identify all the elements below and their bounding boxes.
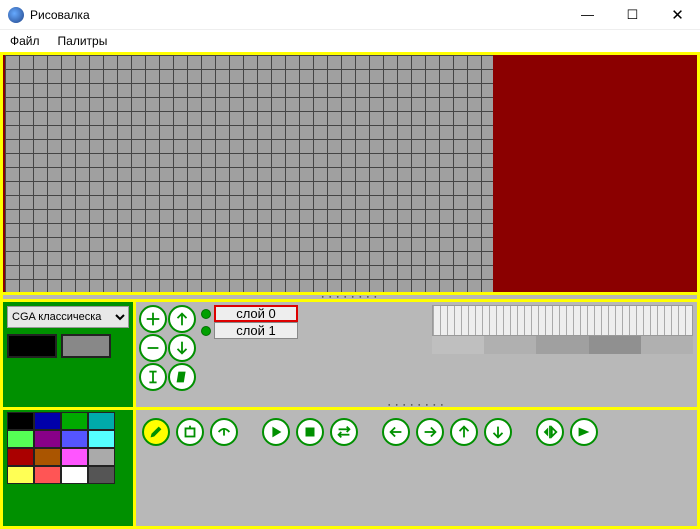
flip-vertical-button[interactable] <box>570 418 598 446</box>
maximize-button[interactable]: ☐ <box>610 0 655 30</box>
layer-visibility-dot[interactable] <box>201 326 211 336</box>
move-layer-down-button[interactable] <box>168 334 196 362</box>
window-controls: — ☐ ✕ <box>565 0 700 30</box>
layer-buttons <box>136 302 199 407</box>
frame-segment <box>432 336 484 354</box>
bucket-tool-button[interactable] <box>176 418 204 446</box>
color-swatch[interactable] <box>7 412 34 430</box>
layer-list: слой 0слой 1 <box>199 302 298 407</box>
titlebar: Рисовалка — ☐ ✕ <box>0 0 700 30</box>
color-swatches-lower <box>7 412 115 484</box>
layer-tool-a-button[interactable] <box>139 363 167 391</box>
stop-button[interactable] <box>296 418 324 446</box>
palette-panel-lower <box>3 410 133 526</box>
arrow-up-button[interactable] <box>450 418 478 446</box>
palette-selector[interactable]: CGA классическа <box>7 306 129 328</box>
canvas-zone <box>3 55 697 292</box>
color-swatch[interactable] <box>7 430 34 448</box>
secondary-color[interactable] <box>61 334 111 358</box>
bottom-row <box>3 410 697 526</box>
palette-panel: CGA классическа <box>3 302 133 407</box>
frame-segment <box>641 336 693 354</box>
eyedropper-tool-button[interactable] <box>210 418 238 446</box>
color-pair <box>7 334 129 358</box>
layer-name-label[interactable]: слой 1 <box>214 322 298 339</box>
middle-row: CGA классическа <box>3 302 697 407</box>
primary-color[interactable] <box>7 334 57 358</box>
color-swatch[interactable] <box>88 466 115 484</box>
frame-segment <box>484 336 536 354</box>
layer-row[interactable]: слой 1 <box>201 322 298 339</box>
pixel-canvas[interactable] <box>3 55 493 292</box>
color-swatch[interactable] <box>61 466 88 484</box>
move-layer-up-button[interactable] <box>168 305 196 333</box>
layer-name-label[interactable]: слой 0 <box>214 305 298 322</box>
workspace: ● ● ● ● ● ● ● ● CGA классическа <box>0 52 700 529</box>
arrow-left-button[interactable] <box>382 418 410 446</box>
frame-ruler[interactable] <box>432 305 693 336</box>
frame-strip <box>432 305 693 355</box>
color-swatch[interactable] <box>61 412 88 430</box>
color-swatch[interactable] <box>61 448 88 466</box>
layer-row[interactable]: слой 0 <box>201 305 298 322</box>
play-button[interactable] <box>262 418 290 446</box>
color-swatch[interactable] <box>88 412 115 430</box>
add-layer-button[interactable] <box>139 305 167 333</box>
app-icon <box>8 7 24 23</box>
splitter[interactable]: ● ● ● ● ● ● ● ● <box>3 295 697 299</box>
layer-visibility-dot[interactable] <box>201 309 211 319</box>
color-swatch[interactable] <box>61 430 88 448</box>
tool-buttons <box>136 410 697 454</box>
splitter-2[interactable]: ● ● ● ● ● ● ● ● <box>136 403 697 407</box>
frame-segment <box>589 336 641 354</box>
menu-file[interactable]: Файл <box>6 32 44 50</box>
tool-zone <box>136 410 697 526</box>
menubar: Файл Палитры <box>0 30 700 52</box>
color-swatch[interactable] <box>7 448 34 466</box>
arrow-down-button[interactable] <box>484 418 512 446</box>
window-title: Рисовалка <box>30 8 565 22</box>
pencil-tool-button[interactable] <box>142 418 170 446</box>
loop-button[interactable] <box>330 418 358 446</box>
close-button[interactable]: ✕ <box>655 0 700 30</box>
layer-zone: слой 0слой 1 ● ● ● ● ● ● ● ● <box>136 302 697 407</box>
color-swatch[interactable] <box>88 430 115 448</box>
color-swatch[interactable] <box>88 448 115 466</box>
frame-segment <box>536 336 588 354</box>
frame-body <box>432 336 693 354</box>
menu-palettes[interactable]: Палитры <box>54 32 112 50</box>
minimize-button[interactable]: — <box>565 0 610 30</box>
color-swatch[interactable] <box>34 430 61 448</box>
arrow-right-button[interactable] <box>416 418 444 446</box>
flip-horizontal-button[interactable] <box>536 418 564 446</box>
color-swatch[interactable] <box>34 466 61 484</box>
color-swatch[interactable] <box>7 466 34 484</box>
color-swatch[interactable] <box>34 412 61 430</box>
color-swatch[interactable] <box>34 448 61 466</box>
remove-layer-button[interactable] <box>139 334 167 362</box>
layer-tool-b-button[interactable] <box>168 363 196 391</box>
